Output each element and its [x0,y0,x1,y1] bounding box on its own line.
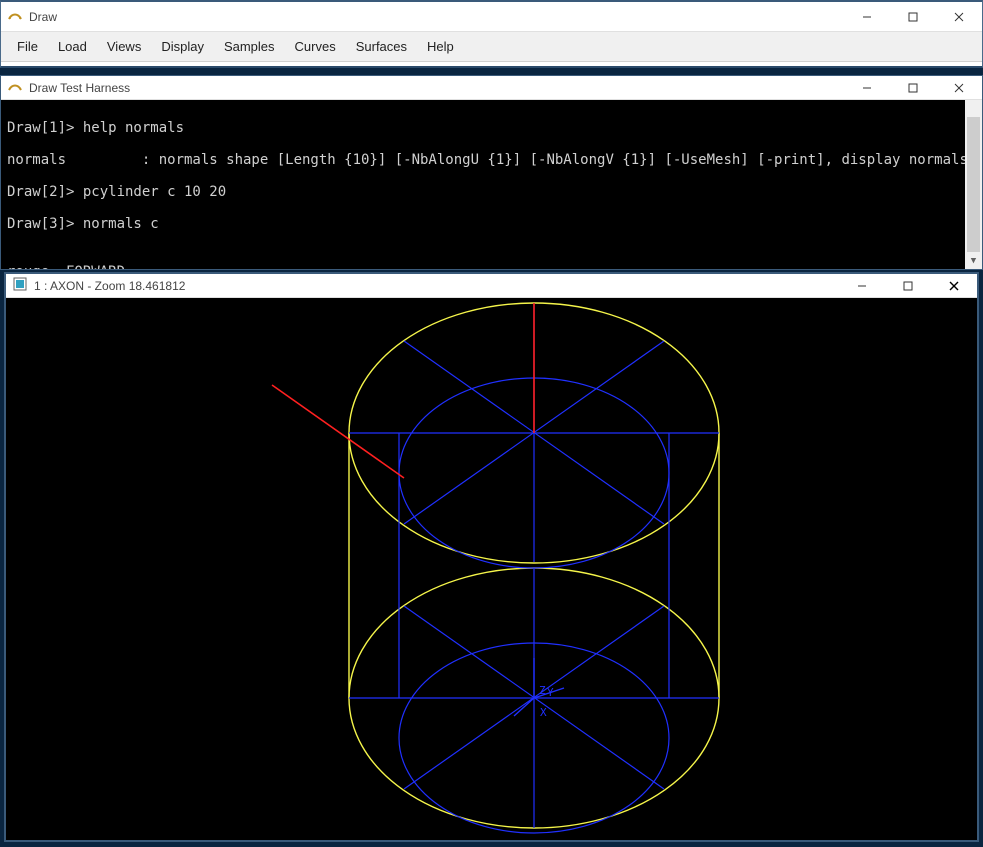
axon-window: 1 : AXON - Zoom 18.461812 [4,272,979,842]
scroll-track[interactable] [965,117,982,252]
console-line: Draw[2]> pcylinder c 10 20 [7,184,976,200]
menu-surfaces[interactable]: Surfaces [348,35,415,58]
console-line: Draw[3]> normals c [7,216,976,232]
menu-samples[interactable]: Samples [216,35,283,58]
axis-label-x: X [540,706,547,719]
menu-curves[interactable]: Curves [287,35,344,58]
menu-help[interactable]: Help [419,35,462,58]
menu-views[interactable]: Views [99,35,149,58]
console-line: rouge FORWARD [7,264,976,269]
axon-titlebar[interactable]: 1 : AXON - Zoom 18.461812 [6,274,977,298]
draw-titlebar[interactable]: Draw [1,2,982,32]
window-controls [844,74,982,102]
console-line: normals : normals shape [Length {10}] [-… [7,152,976,168]
minimize-button[interactable] [844,74,890,102]
console-line: Draw[1]> help normals [7,120,976,136]
window-controls [839,272,977,300]
axon-title: 1 : AXON - Zoom 18.461812 [34,279,185,293]
maximize-button[interactable] [885,272,931,300]
close-button[interactable] [936,74,982,102]
view-icon [12,276,28,295]
console-body[interactable]: Draw[1]> help normals normals : normals … [1,100,982,269]
draw-main-window: Draw File Load Views Display Samples Cur… [0,0,983,68]
axis-label-y: Y [547,686,554,699]
close-button[interactable] [936,3,982,31]
axis-label-z: Z [539,684,546,697]
console-title: Draw Test Harness [29,81,130,95]
close-button[interactable] [931,272,977,300]
draw-title: Draw [29,10,57,24]
menu-file[interactable]: File [9,35,46,58]
console-scrollbar[interactable]: ▲ ▼ [965,100,982,269]
scroll-thumb[interactable] [967,117,980,252]
console-titlebar[interactable]: Draw Test Harness [1,76,982,100]
app-icon [7,78,23,97]
menubar: File Load Views Display Samples Curves S… [1,32,982,62]
scroll-down-arrow[interactable]: ▼ [965,252,982,269]
console-window: Draw Test Harness Draw[1]> help normals … [0,75,983,270]
maximize-button[interactable] [890,74,936,102]
window-controls [844,3,982,31]
axon-canvas[interactable]: Z Y X [6,298,977,840]
app-icon [7,7,23,26]
minimize-button[interactable] [839,272,885,300]
maximize-button[interactable] [890,3,936,31]
menu-load[interactable]: Load [50,35,95,58]
minimize-button[interactable] [844,3,890,31]
menu-display[interactable]: Display [153,35,212,58]
